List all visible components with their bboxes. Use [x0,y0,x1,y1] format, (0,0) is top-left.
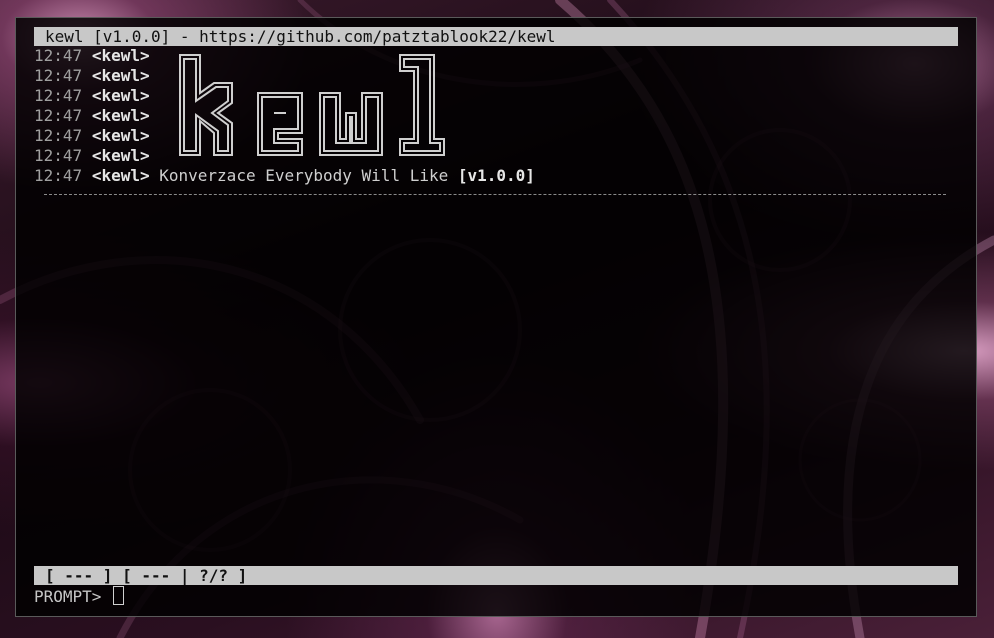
status-right-segment: [ --- | ?/? ] [122,566,248,585]
log-timestamp: 12:47 [34,166,83,185]
message-log: 12:47 <kewl> 12:47 <kewl> 12:47 <kewl> 1… [34,46,954,186]
log-separator [44,194,946,195]
prompt-line[interactable]: PROMPT> [34,586,125,606]
log-line: 12:47 <kewl> [34,106,954,126]
log-nick: <kewl> [91,66,150,85]
log-nick: <kewl> [91,106,150,125]
status-left-segment: [ --- ] [45,566,113,585]
text-cursor [113,586,125,605]
log-timestamp: 12:47 [34,46,83,65]
prompt-label: PROMPT> [34,587,112,606]
log-nick: <kewl> [91,86,150,105]
log-message: Konverzace Everybody Will Like [159,166,458,185]
log-timestamp: 12:47 [34,146,83,165]
log-line: 12:47 <kewl> [34,46,954,66]
kewl-ascii-banner [179,54,445,156]
log-timestamp: 12:47 [34,106,83,125]
log-nick: <kewl> [91,146,150,165]
status-bar: [ --- ] [ --- | ?/? ] [34,566,958,585]
log-line: 12:47 <kewl> [34,126,954,146]
log-timestamp: 12:47 [34,66,83,85]
log-line: 12:47 <kewl> [34,86,954,106]
log-timestamp: 12:47 [34,126,83,145]
log-nick: <kewl> [91,126,150,145]
log-nick: <kewl> [91,46,150,65]
terminal-window: kewl [v1.0.0] - https://github.com/patzt… [15,17,977,617]
log-line: 12:47 <kewl> [34,66,954,86]
log-timestamp: 12:47 [34,86,83,105]
title-bar: kewl [v1.0.0] - https://github.com/patzt… [34,27,958,46]
log-line: 12:47 <kewl> Konverzace Everybody Will L… [34,166,954,186]
desktop-wallpaper: kewl [v1.0.0] - https://github.com/patzt… [0,0,994,638]
log-nick: <kewl> [91,166,150,185]
log-line: 12:47 <kewl> [34,146,954,166]
log-version: [v1.0.0] [457,166,535,185]
